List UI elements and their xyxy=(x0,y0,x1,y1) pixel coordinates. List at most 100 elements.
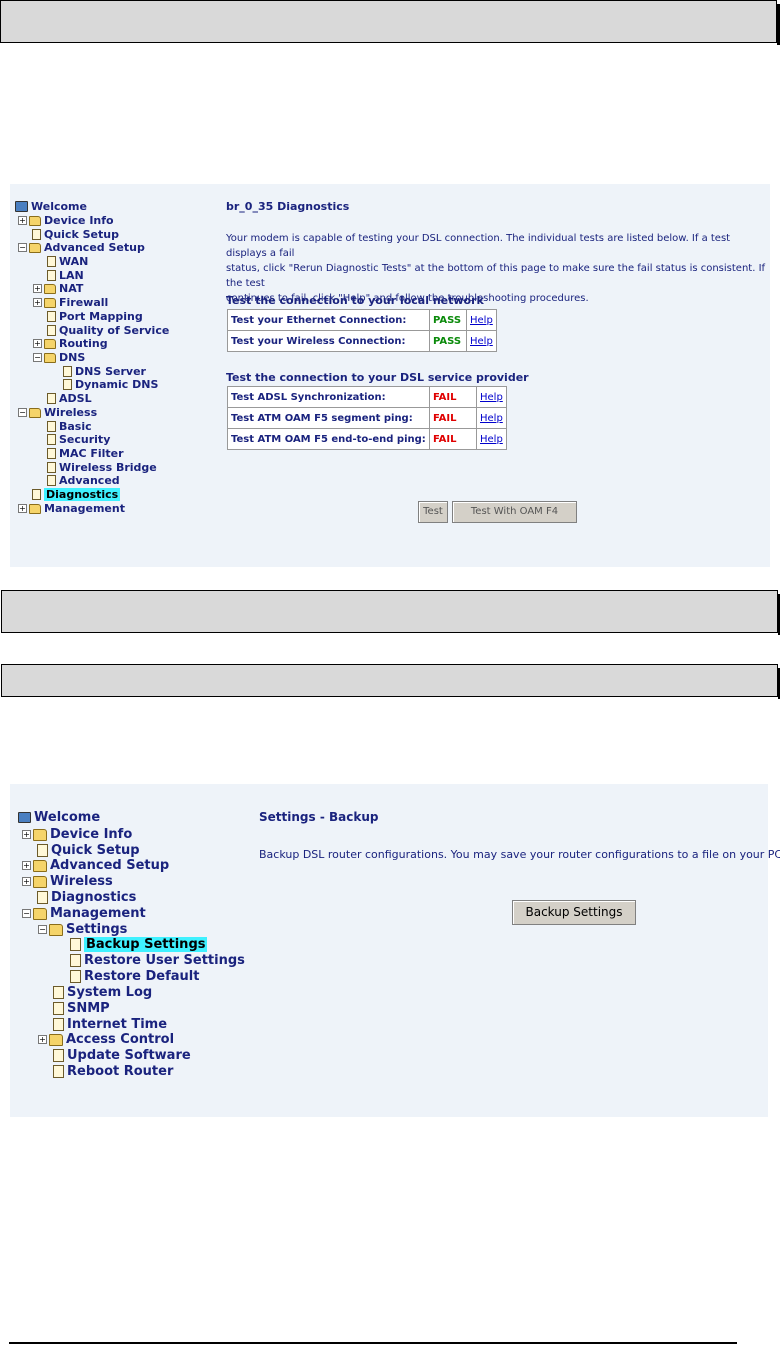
local-network-heading: Test the connection to your local networ… xyxy=(226,294,484,307)
backup-settings-button[interactable]: Backup Settings xyxy=(512,900,636,925)
folder-icon xyxy=(33,859,47,872)
collapse-icon[interactable]: − xyxy=(33,353,42,362)
tree-item-adsl[interactable]: ADSL xyxy=(47,392,92,405)
tree-item-internet-time[interactable]: Internet Time xyxy=(53,1017,167,1032)
tree-item-access-control[interactable]: + Access Control xyxy=(38,1032,174,1047)
tree-item-welcome[interactable]: Welcome xyxy=(15,200,87,213)
folder-open-icon xyxy=(29,242,41,253)
page-icon xyxy=(47,462,56,473)
tree-item-quick-setup[interactable]: Quick Setup xyxy=(37,843,140,858)
tree-item-basic[interactable]: Basic xyxy=(47,420,92,433)
tree-item-management[interactable]: + Management xyxy=(18,502,125,515)
page-icon xyxy=(70,954,81,967)
expand-icon[interactable]: + xyxy=(18,216,27,225)
page-icon xyxy=(32,489,41,500)
expand-icon[interactable]: + xyxy=(18,504,27,513)
tree-item-port-mapping[interactable]: Port Mapping xyxy=(47,310,143,323)
test-name: Test ADSL Synchronization: xyxy=(227,386,430,408)
tree-item-mac-filter[interactable]: MAC Filter xyxy=(47,447,124,460)
tree-item-quality-of-service[interactable]: Quality of Service xyxy=(47,324,169,337)
expand-icon[interactable]: + xyxy=(33,284,42,293)
diagnostics-screenshot: Welcome + Device Info Quick Setup − Advanc… xyxy=(10,184,770,567)
folder-open-icon xyxy=(33,907,47,920)
expand-icon[interactable]: + xyxy=(22,861,31,870)
tree-item-snmp[interactable]: SNMP xyxy=(53,1001,110,1016)
help-link[interactable]: Help xyxy=(470,336,493,347)
help-link[interactable]: Help xyxy=(480,392,503,403)
test-name: Test your Wireless Connection: xyxy=(227,330,430,352)
tree-item-management[interactable]: − Management xyxy=(22,906,146,921)
folder-icon xyxy=(44,297,56,308)
tree-item-device-info[interactable]: + Device Info xyxy=(22,827,132,842)
page-icon xyxy=(37,844,48,857)
section-bar xyxy=(1,590,780,635)
tree-item-quick-setup[interactable]: Quick Setup xyxy=(32,228,119,241)
tree-item-routing[interactable]: + Routing xyxy=(33,337,108,350)
table-row: Test your Ethernet Connection: PASS Help xyxy=(227,309,497,331)
tree-item-backup-settings[interactable]: Backup Settings xyxy=(70,937,208,952)
tree-item-welcome[interactable]: Welcome xyxy=(18,810,100,825)
tree-item-wireless[interactable]: + Wireless xyxy=(22,874,113,889)
table-row: Test ATM OAM F5 end-to-end ping: FAIL He… xyxy=(227,428,507,450)
collapse-icon[interactable]: − xyxy=(38,925,47,934)
page-icon xyxy=(47,475,56,486)
expand-icon[interactable]: + xyxy=(22,877,31,886)
folder-open-icon xyxy=(44,352,56,363)
tree-item-lan[interactable]: LAN xyxy=(47,269,84,282)
tree-item-update-software[interactable]: Update Software xyxy=(53,1048,191,1063)
tree-item-advanced[interactable]: Advanced xyxy=(47,474,120,487)
tree-item-firewall[interactable]: + Firewall xyxy=(33,296,108,309)
tree-item-diagnostics[interactable]: Diagnostics xyxy=(32,488,121,501)
tree-item-wireless[interactable]: − Wireless xyxy=(18,406,97,419)
tree-item-advanced-setup[interactable]: − Advanced Setup xyxy=(18,241,145,254)
page-icon xyxy=(63,379,72,390)
collapse-icon[interactable]: − xyxy=(22,909,31,918)
page-icon xyxy=(32,229,41,240)
folder-icon xyxy=(29,503,41,514)
expand-icon[interactable]: + xyxy=(33,339,42,348)
help-link[interactable]: Help xyxy=(480,434,503,445)
test-result: FAIL xyxy=(429,386,477,408)
help-link[interactable]: Help xyxy=(470,315,493,326)
computer-icon xyxy=(15,201,28,212)
page-title: Settings - Backup xyxy=(259,810,379,824)
folder-icon xyxy=(33,828,47,841)
expand-icon[interactable]: + xyxy=(38,1035,47,1044)
test-result: FAIL xyxy=(429,428,477,450)
tree-item-wireless-bridge[interactable]: Wireless Bridge xyxy=(47,461,157,474)
folder-open-icon xyxy=(29,407,41,418)
tree-item-advanced-setup[interactable]: + Advanced Setup xyxy=(22,858,169,873)
tree-item-dynamic-dns[interactable]: Dynamic DNS xyxy=(63,378,158,391)
tree-item-settings[interactable]: − Settings xyxy=(38,922,127,937)
section-bar xyxy=(1,664,780,699)
test-name: Test ATM OAM F5 end-to-end ping: xyxy=(227,428,430,450)
tree-item-nat[interactable]: + NAT xyxy=(33,282,83,295)
expand-icon[interactable]: + xyxy=(22,830,31,839)
tree-item-restore-default[interactable]: Restore Default xyxy=(70,969,199,984)
tree-item-device-info[interactable]: + Device Info xyxy=(18,214,114,227)
page-icon xyxy=(47,434,56,445)
tree-item-dns[interactable]: − DNS xyxy=(33,351,85,364)
tree-item-dns-server[interactable]: DNS Server xyxy=(63,365,146,378)
page-icon xyxy=(53,1049,64,1062)
page-icon xyxy=(53,1018,64,1031)
collapse-icon[interactable]: − xyxy=(18,243,27,252)
footer-rule xyxy=(9,1342,737,1344)
test-result: PASS xyxy=(429,330,467,352)
collapse-icon[interactable]: − xyxy=(18,408,27,417)
tree-item-restore-user-settings[interactable]: Restore User Settings xyxy=(70,953,245,968)
page-icon xyxy=(53,1065,64,1078)
page-icon xyxy=(47,256,56,267)
page-icon xyxy=(47,270,56,281)
tree-item-wan[interactable]: WAN xyxy=(47,255,88,268)
tree-item-reboot-router[interactable]: Reboot Router xyxy=(53,1064,173,1079)
tree-item-security[interactable]: Security xyxy=(47,433,110,446)
expand-icon[interactable]: + xyxy=(33,298,42,307)
tree-item-diagnostics[interactable]: Diagnostics xyxy=(37,890,136,905)
page-icon xyxy=(47,393,56,404)
tree-item-system-log[interactable]: System Log xyxy=(53,985,152,1000)
dsl-tests-table: Test ADSL Synchronization: FAIL Help Tes… xyxy=(227,386,507,450)
test-button[interactable]: Test xyxy=(418,501,448,523)
test-with-oam-f4-button[interactable]: Test With OAM F4 xyxy=(452,501,577,523)
help-link[interactable]: Help xyxy=(480,413,503,424)
